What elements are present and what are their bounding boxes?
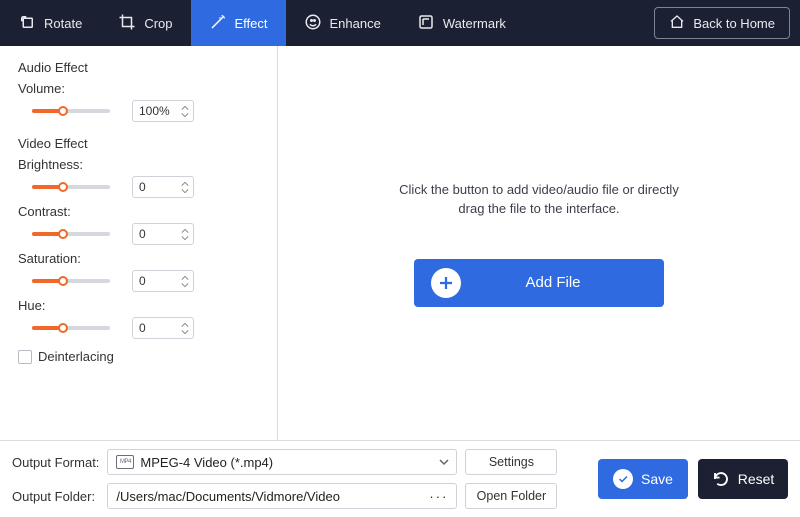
contrast-slider[interactable] [32, 232, 110, 236]
reset-icon [712, 470, 730, 488]
output-folder-field[interactable]: /Users/mac/Documents/Vidmore/Video ··· [107, 483, 457, 509]
rotate-icon [18, 13, 36, 34]
output-format-label: Output Format: [12, 455, 99, 470]
drop-hint: Click the button to add video/audio file… [399, 180, 679, 219]
crop-icon [118, 13, 136, 34]
volume-slider[interactable] [32, 109, 110, 113]
contrast-value: 0 [139, 227, 146, 241]
file-drop-area[interactable]: Click the button to add video/audio file… [278, 46, 800, 440]
output-format-select[interactable]: MP4 MPEG-4 Video (*.mp4) [107, 449, 457, 475]
deinterlacing-checkbox[interactable] [18, 350, 32, 364]
hue-label: Hue: [18, 298, 261, 313]
chevron-down-icon [438, 456, 450, 468]
effect-icon [209, 13, 227, 34]
reset-button[interactable]: Reset [698, 459, 788, 499]
stepper-arrows[interactable] [181, 105, 189, 118]
saturation-slider[interactable] [32, 279, 110, 283]
tab-label: Rotate [44, 16, 82, 31]
tab-label: Enhance [330, 16, 381, 31]
tab-enhance[interactable]: Enhance [286, 0, 399, 46]
effect-panel: Audio Effect Volume: 100% Video Effect B… [0, 46, 278, 440]
output-folder-value: /Users/mac/Documents/Vidmore/Video [116, 489, 340, 504]
volume-label: Volume: [18, 81, 261, 96]
back-label: Back to Home [693, 16, 775, 31]
tab-watermark[interactable]: Watermark [399, 0, 524, 46]
stepper-arrows[interactable] [181, 275, 189, 288]
output-folder-label: Output Folder: [12, 489, 99, 504]
home-icon [669, 14, 685, 33]
watermark-icon [417, 13, 435, 34]
save-label: Save [641, 471, 673, 487]
back-to-home-button[interactable]: Back to Home [654, 7, 790, 39]
hue-stepper[interactable]: 0 [132, 317, 194, 339]
settings-button[interactable]: Settings [465, 449, 557, 475]
tab-label: Crop [144, 16, 172, 31]
open-folder-button[interactable]: Open Folder [465, 483, 557, 509]
contrast-stepper[interactable]: 0 [132, 223, 194, 245]
brightness-label: Brightness: [18, 157, 261, 172]
audio-effect-title: Audio Effect [18, 60, 261, 75]
volume-value: 100% [139, 104, 170, 118]
brightness-stepper[interactable]: 0 [132, 176, 194, 198]
add-file-label: Add File [478, 274, 664, 291]
browse-folder-button[interactable]: ··· [427, 489, 450, 504]
save-button[interactable]: Save [598, 459, 688, 499]
volume-stepper[interactable]: 100% [132, 100, 194, 122]
tab-crop[interactable]: Crop [100, 0, 190, 46]
tab-rotate[interactable]: Rotate [0, 0, 100, 46]
tab-effect[interactable]: Effect [191, 0, 286, 46]
brightness-slider[interactable] [32, 185, 110, 189]
add-file-button[interactable]: Add File [414, 259, 664, 307]
saturation-value: 0 [139, 274, 146, 288]
hue-slider[interactable] [32, 326, 110, 330]
saturation-label: Saturation: [18, 251, 261, 266]
deinterlacing-label: Deinterlacing [38, 349, 114, 364]
stepper-arrows[interactable] [181, 322, 189, 335]
output-format-value: MPEG-4 Video (*.mp4) [140, 455, 273, 470]
video-effect-title: Video Effect [18, 136, 261, 151]
saturation-stepper[interactable]: 0 [132, 270, 194, 292]
plus-icon [431, 268, 461, 298]
reset-label: Reset [738, 471, 775, 487]
enhance-icon [304, 13, 322, 34]
hue-value: 0 [139, 321, 146, 335]
check-icon [613, 469, 633, 489]
stepper-arrows[interactable] [181, 181, 189, 194]
brightness-value: 0 [139, 180, 146, 194]
tab-label: Watermark [443, 16, 506, 31]
stepper-arrows[interactable] [181, 228, 189, 241]
contrast-label: Contrast: [18, 204, 261, 219]
mp4-icon: MP4 [116, 455, 134, 469]
tab-label: Effect [235, 16, 268, 31]
